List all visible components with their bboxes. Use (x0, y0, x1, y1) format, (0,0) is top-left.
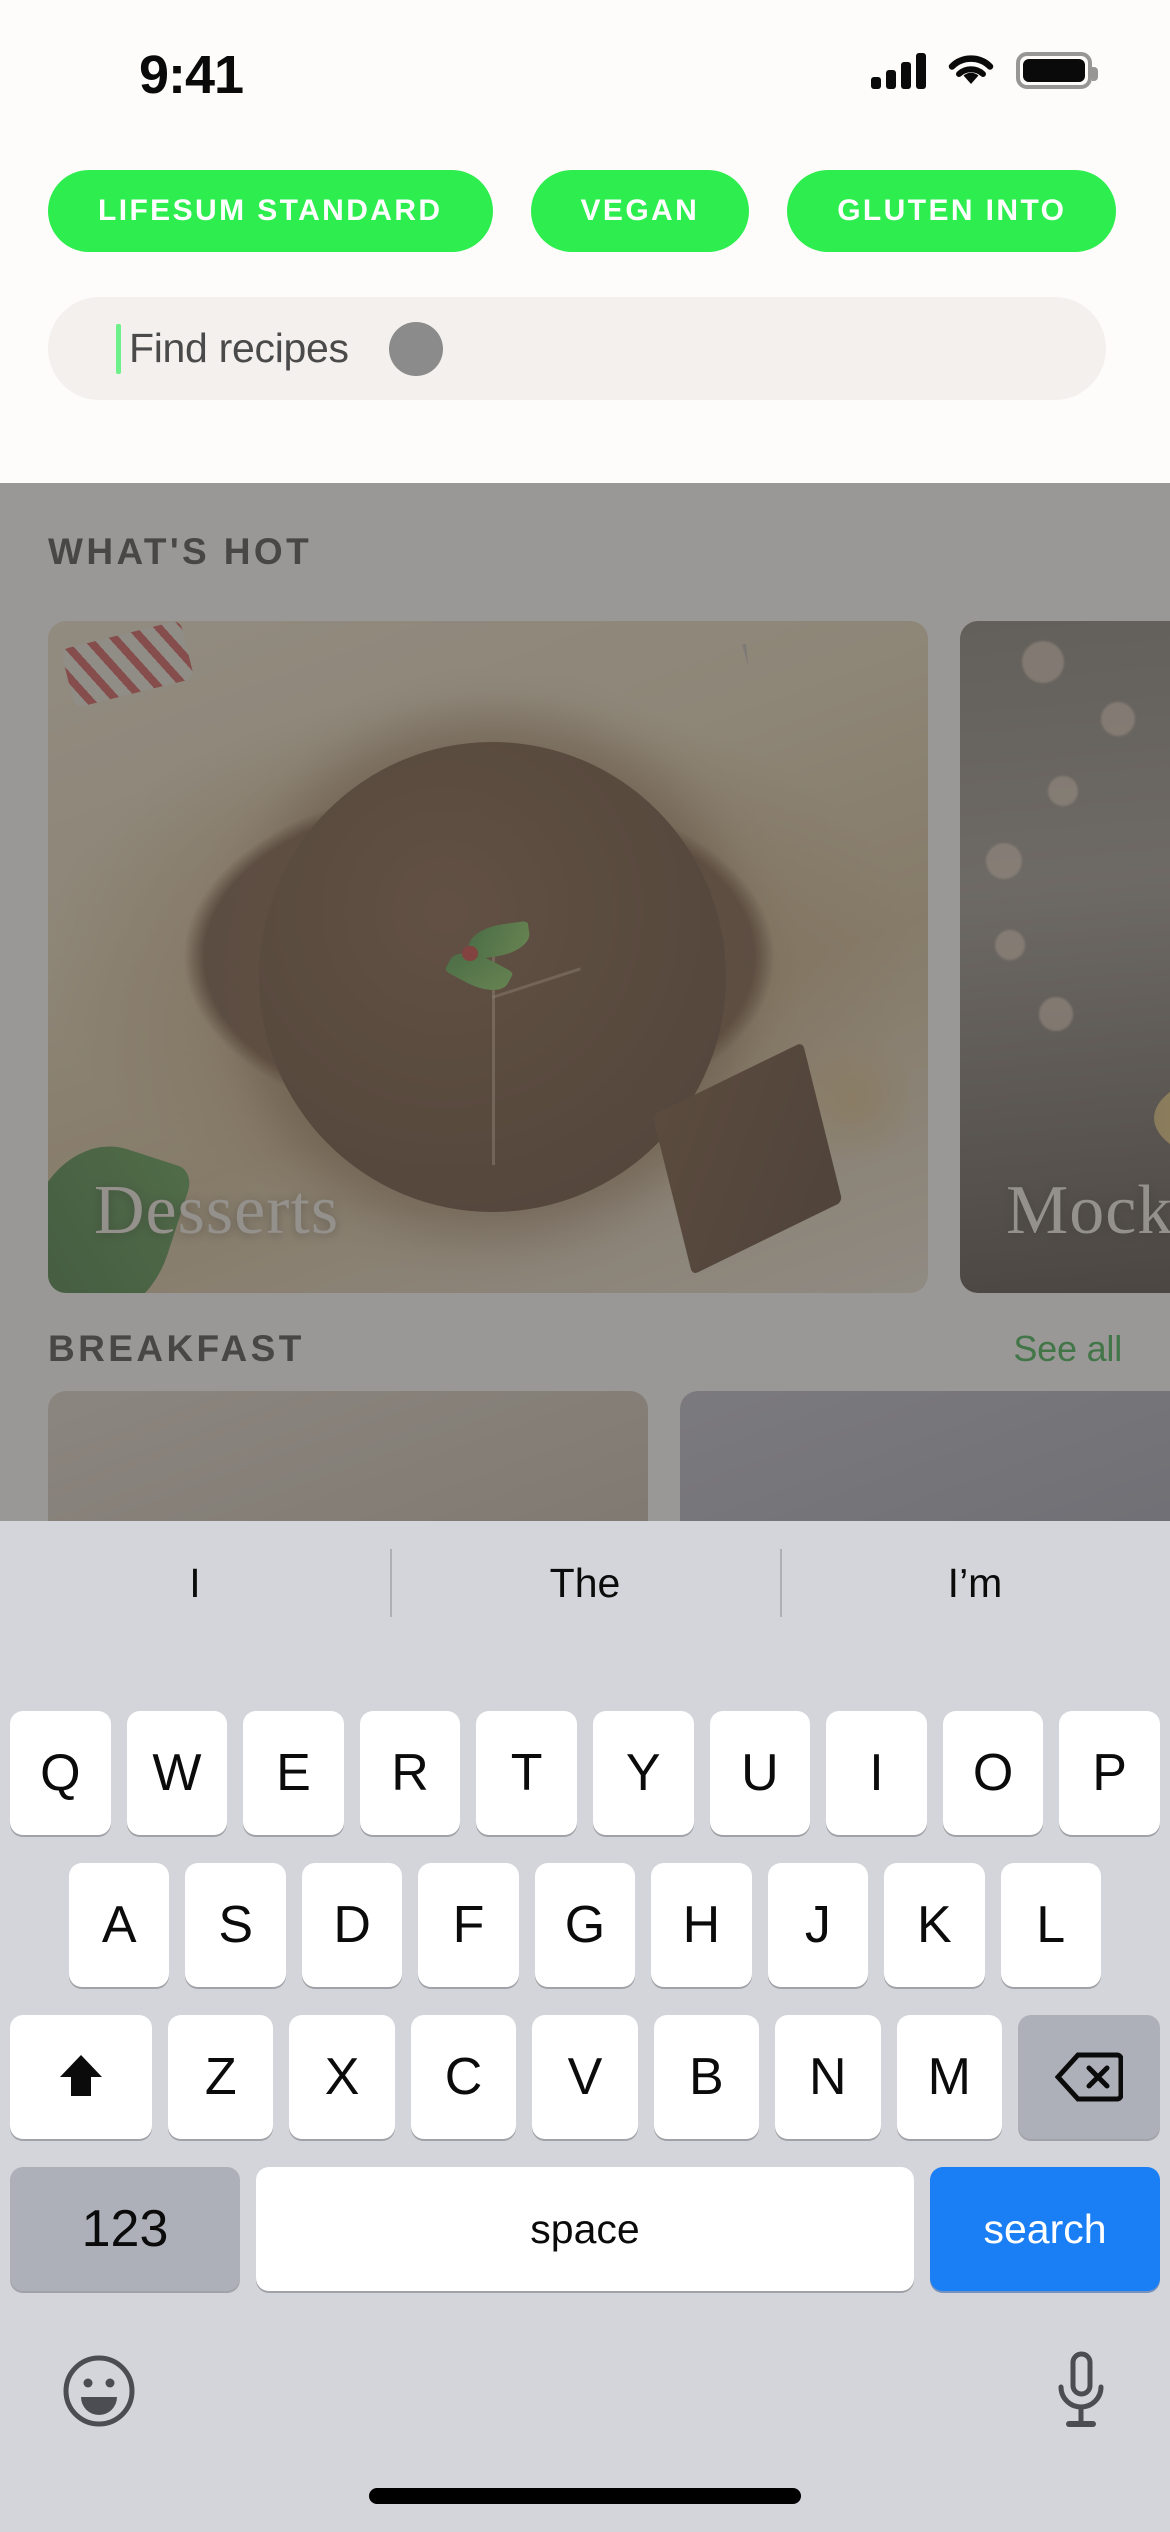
key-d[interactable]: D (301, 1863, 403, 1987)
recipe-content-area: WHAT'S HOT Desserts Mock BREAKFAST See a… (0, 483, 1170, 1529)
key-k[interactable]: K (884, 1863, 985, 1987)
microphone-icon[interactable] (1052, 2349, 1110, 2433)
key-e[interactable]: E (243, 1711, 344, 1835)
key-n[interactable]: N (775, 2015, 881, 2139)
key-i[interactable]: I (826, 1711, 927, 1835)
status-time: 9:41 (139, 45, 244, 105)
search-placeholder-text: Find recipes (129, 325, 349, 371)
key-h[interactable]: H (651, 1863, 752, 1987)
key-b[interactable]: B (653, 2015, 760, 2139)
filter-chips-row[interactable]: LIFESUM STANDARD VEGAN GLUTEN INTO (48, 170, 1117, 252)
on-screen-keyboard[interactable]: I The I’m Q W E R T Y U I O P A S D F G … (0, 1521, 1170, 2532)
bokeh-light (1100, 701, 1135, 736)
key-o[interactable]: O (942, 1711, 1044, 1835)
key-f[interactable]: F (418, 1863, 519, 1987)
key-g[interactable]: G (534, 1863, 636, 1987)
key-s[interactable]: S (185, 1863, 286, 1987)
status-icons (871, 52, 1098, 89)
keyboard-row-3[interactable]: Z X C V B N M (0, 2015, 1170, 2139)
key-m[interactable]: M (896, 2015, 1002, 2139)
key-w[interactable]: W (126, 1711, 228, 1835)
filter-chip-lifesum-standard[interactable]: LIFESUM STANDARD (48, 170, 493, 252)
whisk-decor (742, 621, 921, 736)
predictive-suggestion-bar[interactable]: I The I’m (0, 1521, 1170, 1646)
recipe-card-label: Desserts (94, 1172, 340, 1249)
recipe-card-label: Mock (1006, 1172, 1170, 1249)
wifi-icon (948, 54, 994, 84)
filter-chip-label: GLUTEN INTO (837, 194, 1067, 227)
whats-hot-carousel[interactable]: Desserts Mock (48, 621, 1170, 1293)
suggestion-chip-1[interactable]: I (0, 1521, 390, 1646)
key-j[interactable]: J (767, 1863, 869, 1987)
backspace-icon (1054, 2052, 1123, 2102)
search-return-key[interactable]: search (930, 2167, 1160, 2291)
search-input[interactable]: Find recipes (48, 297, 1106, 400)
key-z[interactable]: Z (168, 2015, 274, 2139)
key-x[interactable]: X (289, 2015, 395, 2139)
key-l[interactable]: L (1000, 1863, 1101, 1987)
backspace-key[interactable] (1017, 2015, 1160, 2139)
text-cursor (116, 323, 121, 374)
search-header: LIFESUM STANDARD VEGAN GLUTEN INTO Find … (0, 145, 1170, 483)
keyboard-bottom-bar[interactable] (0, 2331, 1170, 2451)
bokeh-light (986, 842, 1023, 879)
key-r[interactable]: R (359, 1711, 461, 1835)
whats-hot-heading: WHAT'S HOT (48, 531, 313, 572)
key-p[interactable]: P (1059, 1711, 1160, 1835)
phone-screen: WHAT'S HOT Desserts Mock BREAKFAST See a… (0, 0, 1170, 2532)
breakfast-carousel[interactable] (48, 1391, 1170, 1529)
numbers-key[interactable]: 123 (10, 2167, 240, 2291)
bokeh-light (1048, 775, 1078, 806)
breakfast-heading: BREAKFAST (48, 1328, 305, 1369)
key-u[interactable]: U (709, 1711, 811, 1835)
key-q[interactable]: Q (10, 1711, 111, 1835)
breakfast-see-all-link[interactable]: See all (1013, 1328, 1122, 1370)
cellular-signal-icon (871, 52, 926, 89)
breakfast-card[interactable] (680, 1391, 1170, 1529)
recipe-card-mocktails[interactable]: Mock (960, 621, 1170, 1293)
recipe-card-desserts[interactable]: Desserts (48, 621, 928, 1293)
home-indicator (369, 2488, 801, 2504)
status-bar: 9:41 (0, 0, 1170, 145)
breakfast-card[interactable] (48, 1391, 648, 1529)
shift-arrow-icon (60, 2055, 102, 2096)
key-y[interactable]: Y (592, 1711, 694, 1835)
bokeh-light (1021, 641, 1064, 684)
filter-chip-gluten-intolerant[interactable]: GLUTEN INTO (787, 170, 1117, 252)
keyboard-row-2[interactable]: A S D F G H J K L (0, 1863, 1170, 1987)
key-t[interactable]: T (476, 1711, 577, 1835)
bokeh-light (995, 930, 1026, 961)
key-v[interactable]: V (532, 2015, 638, 2139)
battery-full-icon (1016, 52, 1098, 89)
emoji-smiley-icon[interactable] (60, 2352, 138, 2430)
filter-chip-vegan[interactable]: VEGAN (530, 170, 750, 252)
candy-cane-decor (60, 621, 195, 709)
keyboard-row-1[interactable]: Q W E R T Y U I O P (0, 1711, 1170, 1835)
loading-dot-icon[interactable] (388, 321, 443, 376)
suggestion-chip-3[interactable]: I’m (780, 1521, 1170, 1646)
filter-chip-label: VEGAN (580, 194, 700, 227)
holly-garnish (444, 920, 549, 1024)
holly-berry (462, 945, 478, 962)
cake-shape (259, 741, 726, 1213)
space-key[interactable]: space (256, 2167, 914, 2291)
key-a[interactable]: A (69, 1863, 170, 1987)
suggestion-chip-2[interactable]: The (390, 1521, 780, 1646)
filter-chip-label: LIFESUM STANDARD (98, 194, 443, 227)
shift-key[interactable] (10, 2015, 152, 2139)
bokeh-light (1039, 997, 1074, 1032)
key-c[interactable]: C (410, 2015, 517, 2139)
keyboard-row-4[interactable]: 123 space search (0, 2167, 1170, 2291)
orange-slice-shape (1153, 1051, 1170, 1186)
